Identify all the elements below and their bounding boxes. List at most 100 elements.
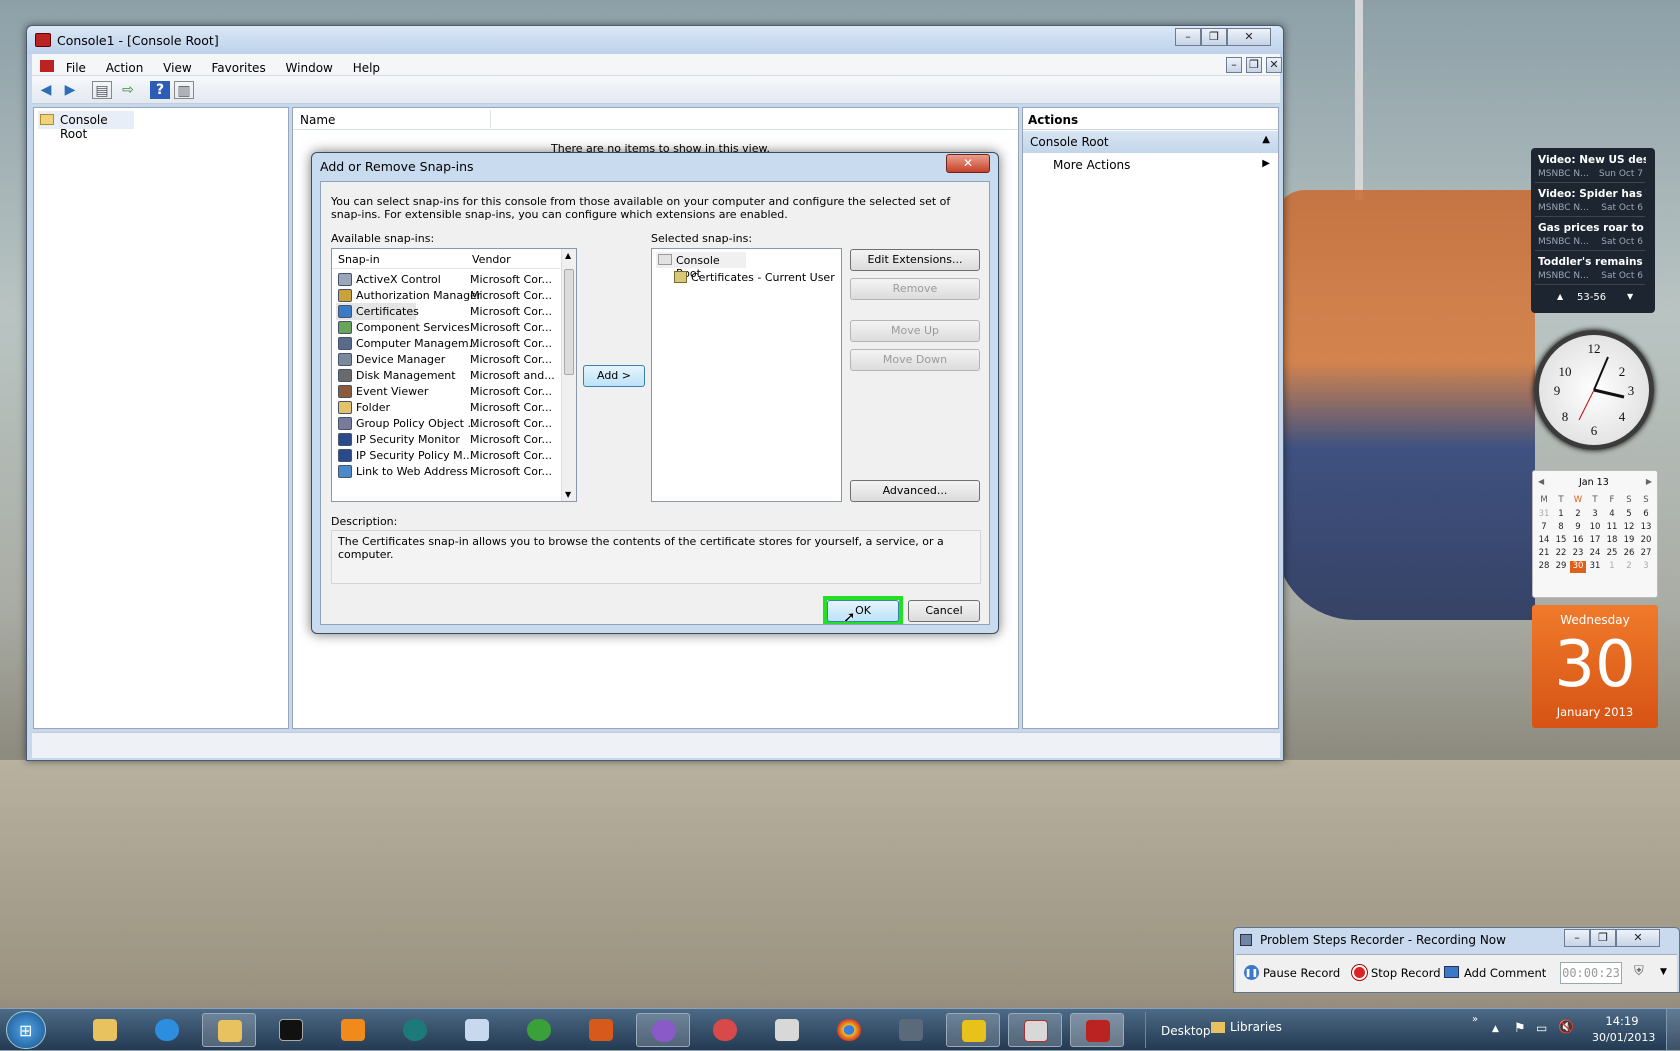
show-hide-tree-icon[interactable]: ▤ (92, 81, 112, 99)
calendar-next-icon[interactable]: ▶ (1646, 477, 1652, 486)
taskbar-settings-icon[interactable] (760, 1013, 814, 1047)
add-button[interactable]: Add > (583, 365, 645, 387)
libraries-toolbar[interactable]: Libraries (1230, 1020, 1282, 1034)
taskbar-app-icon-3[interactable] (574, 1013, 628, 1047)
recorder-maximize-button[interactable]: ❐ (1590, 929, 1616, 947)
calendar-day[interactable]: 31 (1587, 561, 1603, 573)
calendar-day[interactable]: 23 (1570, 548, 1586, 560)
mmc-titlebar[interactable]: Console1 - [Console Root] – ❐ ✕ (27, 26, 1283, 54)
snapin-row[interactable]: IP Security Policy M... Microsoft Cor... (336, 447, 556, 464)
scroll-up-icon[interactable]: ▲ (565, 251, 571, 260)
menu-window[interactable]: Window (278, 58, 341, 75)
calendar-prev-icon[interactable]: ◀ (1538, 477, 1544, 486)
selected-item-certificates[interactable]: Certificates - Current User (672, 269, 835, 285)
calendar-day[interactable]: 26 (1621, 548, 1637, 560)
pager-prev-icon[interactable]: ▲ (1557, 292, 1563, 301)
taskbar-psr-icon[interactable] (1008, 1013, 1062, 1047)
clock-date[interactable]: 30/01/2013 (1592, 1031, 1655, 1044)
dialog-close-button[interactable]: ✕ (946, 154, 990, 173)
snapin-row[interactable]: Disk Management Microsoft and... (336, 367, 556, 384)
calendar-day[interactable]: 18 (1604, 535, 1620, 547)
start-button[interactable]: ⊞ (6, 1011, 46, 1049)
pager-next-icon[interactable]: ▼ (1627, 292, 1633, 301)
show-hide-action-pane-icon[interactable]: ▥ (174, 81, 194, 99)
forward-icon[interactable]: ▶ (60, 81, 80, 99)
calendar-day[interactable]: 14 (1536, 535, 1552, 547)
export-list-icon[interactable]: ⇨ (118, 81, 138, 99)
taskbar-ie-icon[interactable] (140, 1013, 194, 1047)
desktop-toolbar[interactable]: Desktop (1161, 1024, 1211, 1038)
back-icon[interactable]: ◀ (36, 81, 56, 99)
taskbar-app-icon-2[interactable] (450, 1013, 504, 1047)
network-icon[interactable]: ▭ (1536, 1021, 1547, 1035)
news-item[interactable]: Video: New US destr... MSNBC N... Sun Oct … (1535, 150, 1646, 183)
taskbar-performance-icon[interactable] (636, 1013, 690, 1047)
calendar-day[interactable]: 5 (1621, 509, 1637, 521)
calendar-day[interactable]: 9 (1570, 522, 1586, 534)
ok-button[interactable]: OK (827, 600, 899, 622)
snapin-row[interactable]: Device Manager Microsoft Cor... (336, 351, 556, 368)
calendar-day[interactable]: 24 (1587, 548, 1603, 560)
taskbar-accessibility-icon[interactable] (512, 1013, 566, 1047)
tree-item-console-root[interactable]: Console Root (38, 111, 134, 141)
snapin-row[interactable]: IP Security Monitor Microsoft Cor... (336, 431, 556, 448)
calendar-day[interactable]: 28 (1536, 561, 1552, 573)
calendar-day[interactable]: 7 (1536, 522, 1552, 534)
stop-record-button[interactable]: Stop Record (1352, 964, 1442, 984)
calendar-day[interactable]: 20 (1638, 535, 1654, 547)
snapin-row[interactable]: Link to Web Address Microsoft Cor... (336, 463, 556, 480)
edit-extensions-button[interactable]: Edit Extensions... (850, 249, 980, 271)
calendar-day[interactable]: 19 (1621, 535, 1637, 547)
child-minimize-button[interactable]: – (1226, 57, 1242, 73)
available-snapins-list[interactable]: Snap-in Vendor ActiveX Control Microsoft … (331, 248, 577, 502)
remove-button[interactable]: Remove (850, 278, 980, 300)
column-header-name[interactable]: Name (300, 113, 335, 127)
help-icon[interactable]: ? (150, 81, 170, 99)
calendar-day[interactable]: 13 (1638, 522, 1654, 534)
selected-snapins-list[interactable]: Console Root Certificates - Current User (651, 248, 842, 502)
snapin-row[interactable]: Component Services Microsoft Cor... (336, 319, 556, 336)
taskbar-explorer-icon[interactable] (78, 1013, 132, 1047)
clock-time[interactable]: 14:19 (1595, 1014, 1649, 1028)
selected-item-console-root[interactable]: Console Root (656, 252, 746, 280)
menu-favorites[interactable]: Favorites (203, 58, 273, 75)
help-dropdown-icon[interactable]: ▼ (1660, 967, 1667, 977)
close-button[interactable]: ✕ (1227, 28, 1271, 46)
calendar-day[interactable]: 1 (1553, 509, 1569, 521)
menu-view[interactable]: View (155, 58, 199, 75)
taskbar-mmc-icon[interactable] (1070, 1013, 1124, 1047)
news-item[interactable]: Video: Spider has Te... MSNBC N... Sat Oct… (1535, 184, 1646, 217)
news-item[interactable]: Toddler's remains fo... MSNBC N... Sat Oct… (1535, 252, 1646, 285)
calendar-day[interactable]: 3 (1587, 509, 1603, 521)
move-down-button[interactable]: Move Down (850, 349, 980, 371)
snapin-row[interactable]: Computer Managem... Microsoft Cor... (336, 335, 556, 352)
recorder-close-button[interactable]: ✕ (1616, 929, 1660, 947)
column-header-snapin[interactable]: Snap-in (338, 253, 380, 266)
calendar-day[interactable]: 21 (1536, 548, 1552, 560)
calendar-day[interactable]: 10 (1587, 522, 1603, 534)
calendar-day[interactable]: 22 (1553, 548, 1569, 560)
menu-file[interactable]: File (58, 58, 94, 75)
calendar-day[interactable]: 2 (1570, 509, 1586, 521)
calendar-day[interactable]: 15 (1553, 535, 1569, 547)
menu-help[interactable]: Help (345, 58, 388, 75)
calendar-day[interactable]: 17 (1587, 535, 1603, 547)
taskbar-cmd-icon[interactable] (264, 1013, 318, 1047)
collapse-icon[interactable]: ▲ (1262, 134, 1270, 145)
pause-record-button[interactable]: ❚❚ Pause Record (1244, 964, 1348, 984)
calendar-day[interactable]: 16 (1570, 535, 1586, 547)
calendar-day[interactable]: 8 (1553, 522, 1569, 534)
calendar-day[interactable]: 27 (1638, 548, 1654, 560)
minimize-button[interactable]: – (1175, 28, 1201, 46)
snapin-row[interactable]: Authorization Manager Microsoft Cor... (336, 287, 556, 304)
action-center-flag-icon[interactable]: ⚑ (1514, 1021, 1526, 1036)
calendar-day[interactable]: 11 (1604, 522, 1620, 534)
scroll-down-icon[interactable]: ▼ (565, 490, 571, 499)
child-restore-button[interactable]: ❐ (1246, 57, 1262, 73)
calendar-day[interactable]: 6 (1638, 509, 1654, 521)
available-list-scrollbar[interactable]: ▲ ▼ (561, 249, 576, 501)
taskbar-media-player-icon[interactable] (326, 1013, 380, 1047)
column-divider[interactable] (490, 110, 491, 128)
scrollbar-thumb[interactable] (564, 269, 574, 375)
action-more-actions[interactable]: More Actions ▶ (1023, 154, 1278, 176)
